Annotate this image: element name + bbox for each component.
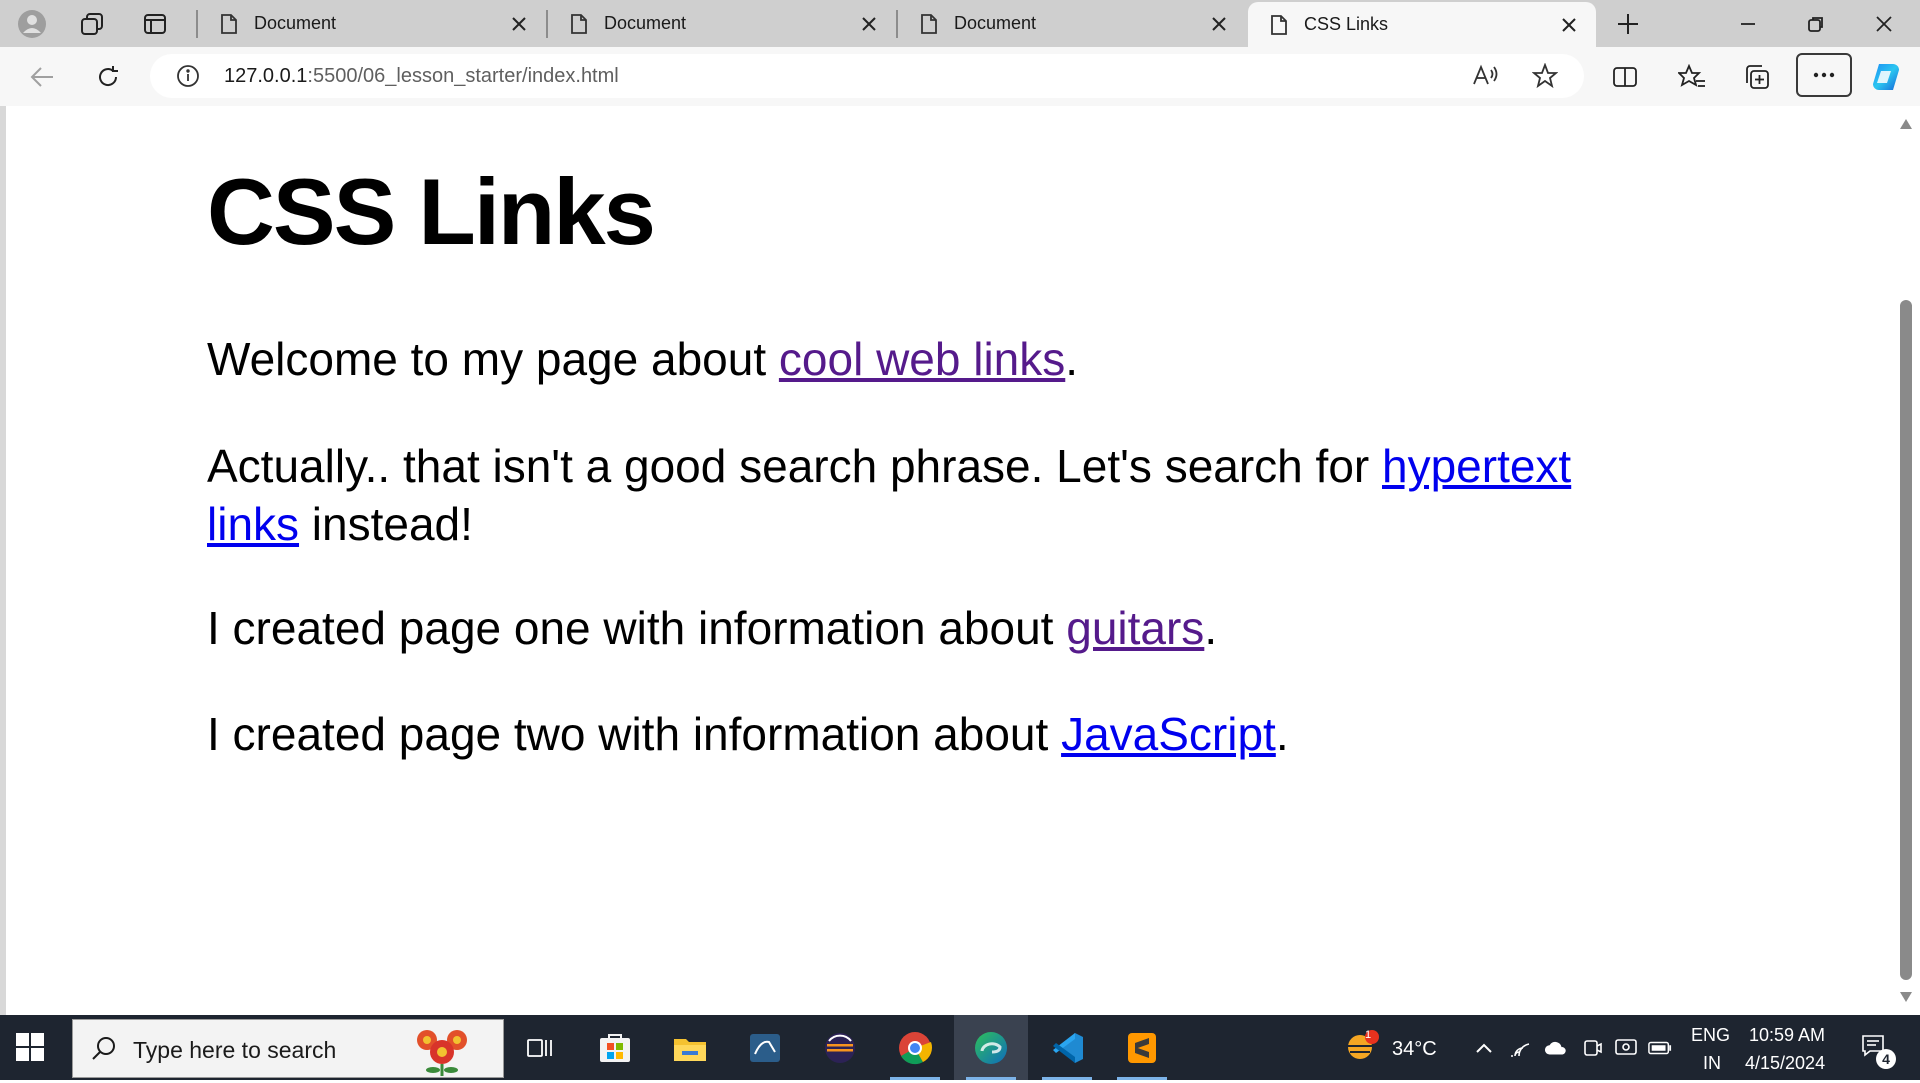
page-icon: [220, 13, 238, 35]
tab-title: Document: [604, 13, 687, 33]
weather-icon[interactable]: [1344, 1029, 1380, 1068]
browser-toolbar: 127.0.0.1:5500/06_lesson_starter/index.h…: [0, 47, 1920, 106]
paragraph-text: Welcome to my page about: [207, 333, 779, 385]
paragraph-text: .: [1065, 333, 1079, 385]
search-icon: [91, 1035, 117, 1066]
url-text[interactable]: 127.0.0.1:5500/06_lesson_starter/index.h…: [224, 65, 619, 88]
tab-document-3[interactable]: Document: [898, 0, 1246, 47]
copilot-icon[interactable]: [1866, 57, 1906, 97]
onedrive-cloud-icon[interactable]: [1544, 1037, 1568, 1059]
weather-temp[interactable]: 34°C: [1392, 1038, 1437, 1061]
close-tab-icon[interactable]: [1554, 10, 1584, 40]
favorite-star-icon[interactable]: [1531, 62, 1559, 94]
back-arrow-icon[interactable]: [22, 57, 62, 97]
minimize-icon[interactable]: [1714, 0, 1782, 47]
tab-strip: Document Document Document CSS Links: [0, 0, 1920, 47]
taskbar-search-box[interactable]: Type here to search: [72, 1019, 504, 1078]
region-indicator[interactable]: IN: [1703, 1053, 1721, 1074]
tab-document-2[interactable]: Document: [548, 0, 896, 47]
page-heading: CSS Links: [207, 159, 656, 264]
display-icon[interactable]: [1614, 1037, 1638, 1059]
page-icon: [920, 13, 938, 35]
paragraph-text: .: [1204, 602, 1218, 654]
sublime-text-icon[interactable]: [1105, 1015, 1179, 1080]
paragraph-javascript: I created page two with information abou…: [207, 705, 1667, 763]
language-indicator[interactable]: ENG: [1691, 1025, 1730, 1046]
vscode-icon[interactable]: [1030, 1015, 1104, 1080]
close-window-icon[interactable]: [1850, 0, 1918, 47]
favorites-icon[interactable]: [1672, 57, 1712, 97]
paragraph-search: Actually.. that isn't a good search phra…: [207, 437, 1667, 553]
chrome-icon[interactable]: [878, 1015, 952, 1080]
mysql-workbench-icon[interactable]: [728, 1015, 802, 1080]
scrollbar-thumb[interactable]: [1900, 300, 1912, 980]
url-path: :5500/06_lesson_starter/index.html: [307, 65, 619, 87]
tab-document-1[interactable]: Document: [198, 0, 546, 47]
scroll-down-arrow-icon[interactable]: [1899, 991, 1913, 1003]
vertical-scrollbar[interactable]: [1892, 106, 1920, 1015]
paragraph-text: Actually.. that isn't a good search phra…: [207, 440, 1382, 492]
search-placeholder: Type here to search: [133, 1037, 337, 1063]
tab-title: CSS Links: [1304, 14, 1389, 34]
restore-icon[interactable]: [1782, 0, 1850, 47]
clock-time[interactable]: 10:59 AM: [1749, 1025, 1825, 1046]
windows-start-icon[interactable]: [14, 1031, 50, 1067]
url-host: 127.0.0.1: [224, 65, 308, 87]
weather-badge: 1: [1365, 1029, 1372, 1041]
close-tab-icon[interactable]: [854, 9, 884, 39]
read-aloud-icon[interactable]: [1472, 64, 1500, 93]
paragraph-text: .: [1275, 708, 1289, 760]
link-cool-web-links[interactable]: cool web links: [779, 333, 1065, 385]
address-bar[interactable]: 127.0.0.1:5500/06_lesson_starter/index.h…: [150, 54, 1584, 98]
site-info-icon[interactable]: [176, 64, 202, 90]
meet-now-icon[interactable]: [1580, 1037, 1604, 1059]
windows-taskbar: Type here to search 1 34°C ENG IN 10:59 …: [0, 1015, 1920, 1080]
link-guitars[interactable]: guitars: [1066, 602, 1204, 654]
paragraph-text: instead!: [299, 498, 473, 550]
paragraph-text: I created page one with information abou…: [207, 602, 1067, 654]
notification-count-badge: 4: [1876, 1049, 1896, 1069]
workspaces-icon[interactable]: [74, 6, 110, 42]
search-highlight-flower-icon: [407, 1020, 479, 1083]
page-viewport: CSS Links Welcome to my page about cool …: [6, 106, 1892, 1015]
network-icon[interactable]: [1508, 1037, 1532, 1059]
page-icon: [1270, 14, 1288, 36]
refresh-icon[interactable]: [88, 57, 128, 97]
tab-title: Document: [954, 13, 1037, 33]
close-tab-icon[interactable]: [1204, 9, 1234, 39]
edge-icon[interactable]: [954, 1015, 1028, 1080]
task-view-icon[interactable]: [503, 1015, 577, 1080]
page-icon: [570, 13, 588, 35]
file-explorer-icon[interactable]: [653, 1015, 727, 1080]
scroll-up-arrow-icon[interactable]: [1899, 118, 1913, 130]
link-javascript[interactable]: JavaScript: [1061, 708, 1276, 760]
tab-title: Document: [254, 13, 337, 33]
paragraph-welcome: Welcome to my page about cool web links.: [207, 330, 1667, 388]
chevron-up-icon[interactable]: [1472, 1037, 1496, 1059]
tab-css-links[interactable]: CSS Links: [1248, 2, 1596, 47]
paragraph-guitars: I created page one with information abou…: [207, 599, 1667, 657]
settings-more-button[interactable]: [1796, 53, 1852, 97]
close-tab-icon[interactable]: [504, 9, 534, 39]
tab-actions-icon[interactable]: [137, 6, 173, 42]
clock-date[interactable]: 4/15/2024: [1745, 1053, 1825, 1074]
new-tab-icon[interactable]: [1610, 6, 1646, 42]
eclipse-icon[interactable]: [803, 1015, 877, 1080]
battery-icon[interactable]: [1648, 1037, 1672, 1059]
split-screen-icon[interactable]: [1605, 57, 1645, 97]
collections-icon[interactable]: [1737, 57, 1777, 97]
microsoft-store-icon[interactable]: [578, 1015, 652, 1080]
profile-icon[interactable]: [14, 6, 50, 42]
paragraph-text: I created page two with information abou…: [207, 708, 1062, 760]
